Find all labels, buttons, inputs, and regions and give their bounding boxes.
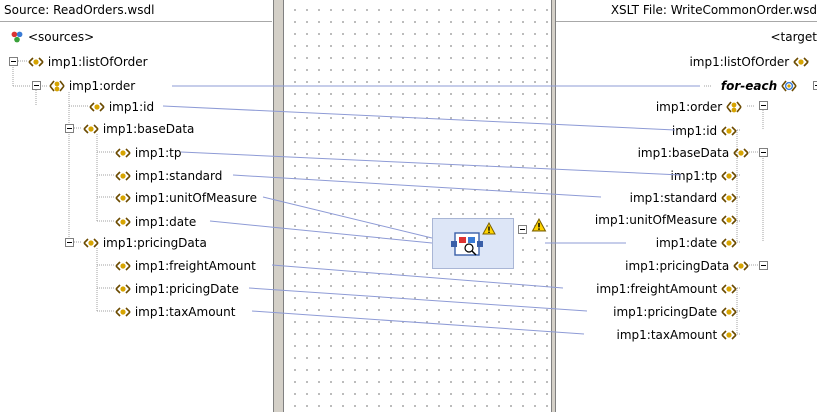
element-icon bbox=[115, 306, 131, 317]
target-node-order[interactable]: imp1:order bbox=[656, 97, 742, 115]
element-icon bbox=[721, 125, 737, 136]
target-root-label: <target bbox=[770, 29, 817, 44]
source-node-listoforder[interactable]: imp1:listOfOrder bbox=[28, 52, 148, 70]
collapse-toggle-pricingdata[interactable] bbox=[65, 238, 74, 247]
sources-label: <sources> bbox=[28, 29, 95, 44]
collapse-toggle-basedata[interactable] bbox=[65, 124, 74, 133]
element-icon bbox=[83, 123, 99, 134]
node-label: imp1:taxAmount bbox=[616, 327, 718, 342]
node-label: imp1:date bbox=[134, 214, 197, 229]
node-label: imp1:listOfOrder bbox=[689, 54, 790, 69]
node-label: imp1:pricingData bbox=[102, 235, 207, 250]
node-label: imp1:freightAmount bbox=[596, 281, 718, 296]
target-node-unitofmeasure[interactable]: imp1:unitOfMeasure bbox=[595, 210, 737, 228]
node-label: imp1:listOfOrder bbox=[47, 54, 148, 69]
collapse-toggle-pricingdata[interactable] bbox=[759, 261, 768, 270]
element-icon bbox=[721, 214, 737, 225]
left-splitter[interactable] bbox=[273, 0, 284, 412]
element-icon bbox=[733, 147, 749, 158]
collapse-toggle-order[interactable] bbox=[32, 81, 41, 90]
node-label: imp1:taxAmount bbox=[134, 304, 236, 319]
element-icon bbox=[115, 147, 131, 158]
element-icon bbox=[721, 329, 737, 340]
sources-icon bbox=[11, 31, 23, 42]
element-icon bbox=[115, 170, 131, 181]
node-label: imp1:pricingDate bbox=[613, 304, 718, 319]
node-label: imp1:unitOfMeasure bbox=[594, 212, 718, 227]
target-node-date[interactable]: imp1:date bbox=[656, 233, 737, 251]
element-icon bbox=[793, 56, 809, 67]
for-each-label: for-each bbox=[720, 78, 778, 93]
node-label: imp1:baseData bbox=[637, 145, 730, 160]
source-node-tp[interactable]: imp1:tp bbox=[115, 143, 181, 161]
node-label: imp1:standard bbox=[134, 168, 223, 183]
target-node-pricingdata[interactable]: imp1:pricingData bbox=[625, 256, 749, 274]
element-icon bbox=[721, 306, 737, 317]
element-icon bbox=[115, 283, 131, 294]
source-node-pricingdata[interactable]: imp1:pricingData bbox=[83, 233, 207, 251]
repeating-element-icon bbox=[49, 80, 65, 91]
sources-root[interactable]: <sources> bbox=[10, 27, 94, 45]
node-label: imp1:date bbox=[655, 235, 718, 250]
source-node-taxamount[interactable]: imp1:taxAmount bbox=[115, 302, 235, 320]
target-node-freightamount[interactable]: imp1:freightAmount bbox=[596, 279, 737, 297]
node-label: imp1:pricingDate bbox=[134, 281, 239, 296]
element-icon bbox=[721, 237, 737, 248]
target-node-pricingdate[interactable]: imp1:pricingDate bbox=[613, 302, 737, 320]
function-component[interactable] bbox=[432, 218, 514, 269]
element-icon bbox=[721, 192, 737, 203]
node-label: imp1:pricingData bbox=[625, 258, 730, 273]
target-node-tp[interactable]: imp1:tp bbox=[671, 166, 737, 184]
collapse-toggle-function[interactable] bbox=[518, 225, 527, 234]
source-node-pricingdate[interactable]: imp1:pricingDate bbox=[115, 279, 239, 297]
node-label: imp1:baseData bbox=[102, 121, 195, 136]
target-node-taxamount[interactable]: imp1:taxAmount bbox=[617, 325, 737, 343]
element-icon bbox=[28, 56, 44, 67]
element-icon bbox=[83, 237, 99, 248]
node-label: imp1:tp bbox=[134, 145, 182, 160]
node-label: imp1:standard bbox=[629, 190, 718, 205]
node-label: imp1:tp bbox=[670, 168, 718, 183]
function-component-icon bbox=[451, 232, 483, 256]
source-node-unitofmeasure[interactable]: imp1:unitOfMeasure bbox=[115, 188, 257, 206]
warning-icon bbox=[531, 218, 547, 232]
element-icon bbox=[115, 260, 131, 271]
collapse-toggle-basedata[interactable] bbox=[759, 148, 768, 157]
source-node-freightamount[interactable]: imp1:freightAmount bbox=[115, 256, 256, 274]
element-icon bbox=[733, 260, 749, 271]
node-label: imp1:id bbox=[671, 123, 718, 138]
node-label: imp1:order bbox=[655, 99, 723, 114]
repeating-element-icon bbox=[726, 101, 742, 112]
source-node-basedata[interactable]: imp1:baseData bbox=[83, 119, 194, 137]
node-label: imp1:order bbox=[68, 78, 136, 93]
element-icon bbox=[89, 101, 105, 112]
collapse-toggle-order[interactable] bbox=[759, 101, 768, 110]
target-node-id[interactable]: imp1:id bbox=[672, 121, 737, 139]
element-icon bbox=[721, 283, 737, 294]
target-node-for-each[interactable]: for-each bbox=[721, 76, 797, 94]
element-icon bbox=[115, 216, 131, 227]
target-node-basedata[interactable]: imp1:baseData bbox=[638, 143, 749, 161]
source-node-id[interactable]: imp1:id bbox=[89, 97, 154, 115]
source-node-date[interactable]: imp1:date bbox=[115, 212, 196, 230]
target-root[interactable]: <target bbox=[770, 27, 817, 45]
source-node-standard[interactable]: imp1:standard bbox=[115, 166, 222, 184]
node-label: imp1:freightAmount bbox=[134, 258, 256, 273]
collapse-toggle-listoforder[interactable] bbox=[9, 57, 18, 66]
collapse-toggle-for-each[interactable] bbox=[813, 81, 817, 90]
for-each-icon bbox=[781, 80, 797, 91]
target-node-listoforder[interactable]: imp1:listOfOrder bbox=[689, 52, 809, 70]
element-icon bbox=[721, 170, 737, 181]
target-node-standard[interactable]: imp1:standard bbox=[630, 188, 737, 206]
node-label: imp1:id bbox=[108, 99, 155, 114]
mapping-canvas[interactable] bbox=[285, 0, 551, 412]
target-panel: XSLT File: WriteCommonOrder.wsd <target … bbox=[556, 0, 817, 412]
source-panel: Source: ReadOrders.wsdl <sources> imp1:l… bbox=[0, 0, 272, 412]
node-label: imp1:unitOfMeasure bbox=[134, 190, 258, 205]
source-node-order[interactable]: imp1:order bbox=[49, 76, 135, 94]
element-icon bbox=[115, 192, 131, 203]
warning-icon bbox=[482, 222, 496, 235]
